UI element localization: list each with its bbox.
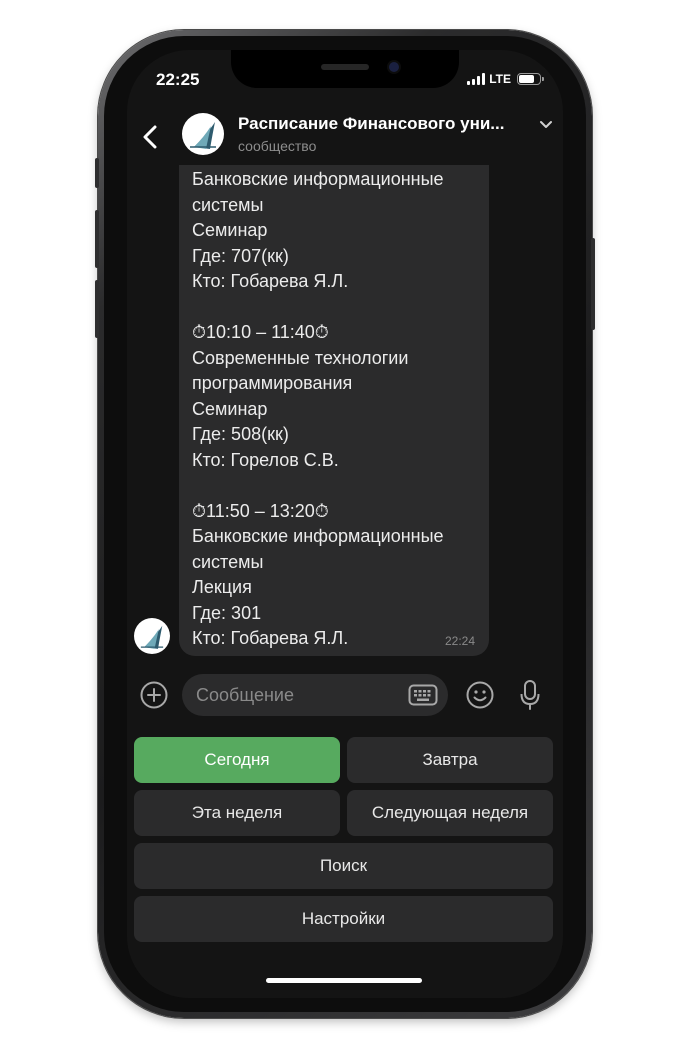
mute-switch — [95, 158, 99, 188]
mic-icon[interactable] — [519, 679, 541, 711]
status-indicators: LTE — [467, 72, 544, 86]
settings-button[interactable]: Настройки — [134, 896, 553, 942]
message-text: Банковские информационные системы Семина… — [192, 169, 444, 648]
message-composer — [127, 670, 563, 720]
message-bubble[interactable]: Банковские информационные системы Семина… — [179, 165, 489, 656]
chat-header: Расписание Финансового уни... сообщество — [127, 108, 563, 166]
keyboard-icon[interactable] — [408, 684, 438, 706]
power-button — [591, 238, 595, 330]
home-indicator[interactable] — [266, 978, 422, 983]
notch — [231, 50, 459, 88]
search-button[interactable]: Поиск — [134, 843, 553, 889]
today-button[interactable]: Сегодня — [134, 737, 340, 783]
logo-icon — [140, 625, 164, 649]
tomorrow-button[interactable]: Завтра — [347, 737, 553, 783]
message-time: 22:24 — [444, 634, 475, 648]
smile-icon[interactable] — [465, 680, 495, 710]
next-week-button[interactable]: Следующая неделя — [347, 790, 553, 836]
this-week-button[interactable]: Эта неделя — [134, 790, 340, 836]
bot-keyboard: Сегодня Завтра Эта неделя Следующая неде… — [127, 726, 563, 998]
sender-avatar[interactable] — [134, 618, 170, 654]
phone-screen: 22:25 LTE Расписание Финансового уни... … — [127, 50, 563, 998]
plus-icon[interactable] — [139, 680, 169, 710]
battery-icon — [517, 73, 544, 85]
chevron-left-icon[interactable] — [139, 124, 161, 150]
volume-down-button — [95, 280, 99, 338]
chat-subtitle: сообщество — [238, 138, 317, 154]
speaker-grille — [321, 64, 369, 70]
logo-icon — [190, 122, 216, 149]
front-camera — [389, 62, 399, 72]
chevron-down-icon[interactable] — [539, 118, 553, 132]
community-avatar[interactable] — [182, 113, 224, 155]
network-type: LTE — [489, 72, 511, 86]
volume-up-button — [95, 210, 99, 268]
chat-title[interactable]: Расписание Финансового уни... — [238, 114, 538, 134]
signal-icon — [467, 73, 486, 85]
status-time: 22:25 — [156, 70, 200, 89]
